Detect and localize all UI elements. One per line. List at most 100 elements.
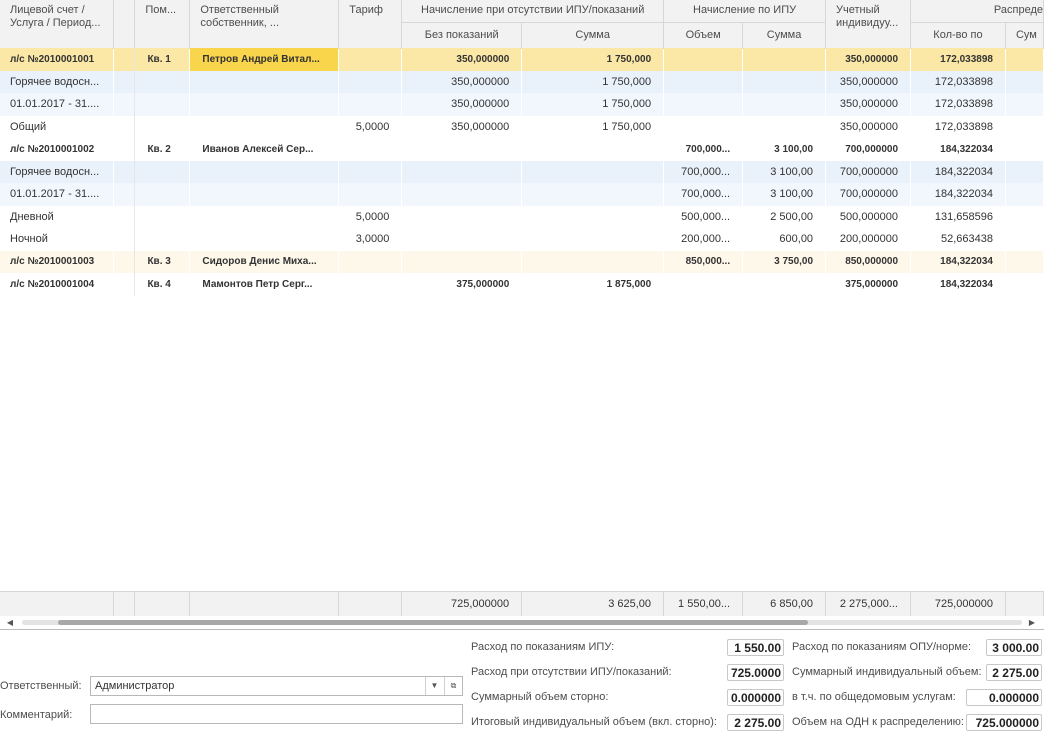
cell-qty: 184,322034 [940, 143, 993, 155]
cell-accounted: 700,000000 [825, 183, 911, 206]
header-qty[interactable]: Кол-во по [910, 22, 1006, 49]
cell-sum2: 2 500,00 [770, 210, 814, 223]
cell-no-reading [401, 250, 522, 273]
ipu-readings-value[interactable]: 1 550.00 [727, 639, 784, 656]
header-blank [113, 0, 136, 49]
table-row[interactable]: Ночной 3,0000 200,000... 600,00 200,000000 52… [0, 228, 1044, 251]
cell-owner [190, 206, 339, 229]
cell-sum1: 1 875,000 [606, 278, 652, 290]
header-accounted[interactable]: Учетный индивидуу... [825, 0, 912, 49]
dropdown-arrow-icon[interactable]: ▼ [425, 677, 443, 695]
cell-volume: 200,000... [681, 233, 731, 246]
cell-blank [113, 115, 136, 138]
cell-sum2: 600,00 [779, 233, 814, 246]
header-sum1[interactable]: Сумма [521, 22, 665, 49]
no-ipu-label: Расход при отсутствии ИПУ/показаний: [471, 666, 672, 678]
cell-sum2: 3 100,00 [742, 160, 826, 183]
cell-sum1: 1 750,000 [602, 120, 652, 133]
cell-blank [113, 228, 136, 251]
cell-room [134, 70, 190, 93]
common-services-value[interactable]: 0.000000 [966, 689, 1042, 706]
table-row[interactable]: л/с №2010001003 Кв. 3 Сидоров Денис Миха..… [0, 250, 1044, 273]
header-owner[interactable]: Ответственный собственник, ... [189, 0, 340, 49]
table-row[interactable]: л/с №2010001002 Кв. 2 Иванов Алексей Сер..… [0, 138, 1044, 161]
cell-blank [113, 183, 136, 206]
cell-blank [113, 138, 136, 161]
cell-sum1: 1 750,000 [521, 93, 664, 116]
cell-blank [113, 250, 136, 273]
cell-sum2 [742, 70, 826, 93]
storno-value[interactable]: 0.000000 [727, 689, 784, 706]
odn-value[interactable]: 725.000000 [966, 714, 1042, 731]
cell-account: Дневной [10, 210, 54, 223]
header-volume[interactable]: Объем [663, 22, 744, 49]
cell-owner [189, 183, 339, 206]
cell-tariff: 3,0000 [355, 233, 390, 246]
header-sum3[interactable]: Сум [1005, 22, 1044, 49]
total-sum2: 6 850,00 [742, 591, 826, 617]
cell-no-reading [402, 138, 522, 161]
cell-blank [113, 273, 136, 296]
cell-qty: 131,658596 [934, 210, 993, 223]
table-row[interactable]: Горячее водосн... 700,000... 3 100,00 700,0… [0, 160, 1044, 183]
cell-room [135, 116, 190, 139]
header-room[interactable]: Пом... [134, 0, 191, 49]
cell-accounted: 500,000000 [839, 210, 899, 223]
header-tariff[interactable]: Тариф [338, 0, 403, 49]
header-group-by-meter: Начисление по ИПУ [663, 0, 827, 23]
table-row[interactable]: Горячее водосн... 350,000000 1 750,000 350,… [0, 70, 1044, 93]
header-no-reading[interactable]: Без показаний [401, 22, 523, 49]
total-individual-label: Итоговый индивидуальный объем (вкл. стор… [471, 716, 717, 728]
total-cell-empty [338, 591, 403, 617]
cell-no-reading: 350,000000 [401, 48, 522, 71]
responsible-label: Ответственный: [0, 680, 82, 692]
cell-sum2: 3 750,00 [742, 250, 826, 273]
grid-header: Лицевой счет / Услуга / Период... Пом...… [0, 0, 1044, 49]
cell-accounted: 700,000000 [845, 143, 899, 155]
cell-owner: Петров Андрей Витал... [189, 48, 339, 71]
opu-label: Расход по показаниям ОПУ/норме: [792, 641, 972, 653]
total-cell-empty [113, 591, 136, 617]
scroll-thumb[interactable] [58, 620, 808, 625]
table-row[interactable]: 01.01.2017 - 31.... 350,000000 1 750,000 35… [0, 93, 1044, 116]
scroll-track[interactable] [22, 620, 1022, 625]
cell-blank [113, 160, 136, 183]
table-row[interactable]: 01.01.2017 - 31.... 700,000... 3 100,00 700… [0, 183, 1044, 206]
cell-owner [189, 70, 339, 93]
header-sum2[interactable]: Сумма [742, 22, 827, 49]
cell-room [134, 160, 190, 183]
accounts-grid[interactable]: Лицевой счет / Услуга / Период... Пом...… [0, 0, 1044, 630]
horizontal-scrollbar[interactable]: ◀ ▶ [0, 616, 1044, 629]
header-group-no-meter: Начисление при отсутствии ИПУ/показаний [401, 0, 665, 23]
cell-no-reading: 350,000000 [401, 93, 522, 116]
cell-owner [190, 228, 339, 251]
ipu-readings-label: Расход по показаниям ИПУ: [471, 641, 615, 653]
cell-no-reading: 375,000000 [456, 278, 510, 290]
cell-volume: 850,000... [663, 250, 743, 273]
responsible-field[interactable]: Администратор ▼ ⧉ [90, 676, 463, 696]
cell-accounted: 350,000000 [825, 48, 911, 71]
cell-owner [189, 160, 339, 183]
grid-body: л/с №2010001001 Кв. 1 Петров Андрей Витал.… [0, 48, 1044, 296]
total-individual-value[interactable]: 2 275.00 [727, 714, 784, 731]
cell-sum2 [742, 93, 826, 116]
comment-field[interactable] [90, 704, 463, 724]
header-account[interactable]: Лицевой счет / Услуга / Период... [0, 0, 115, 49]
sum-individual-label: Суммарный индивидуальный объем: [792, 666, 982, 678]
scroll-right-icon[interactable]: ▶ [1026, 616, 1038, 629]
table-row[interactable]: Дневной 5,0000 500,000... 2 500,00 500,00000… [0, 205, 1044, 229]
cell-qty: 172,033898 [910, 70, 1006, 93]
opu-value[interactable]: 3 000.00 [986, 639, 1042, 656]
scroll-left-icon[interactable]: ◀ [4, 616, 16, 629]
table-row[interactable]: л/с №2010001001 Кв. 1 Петров Андрей Витал.… [0, 48, 1044, 71]
responsible-value: Администратор [95, 680, 175, 692]
cell-room [135, 206, 190, 229]
open-icon[interactable]: ⧉ [444, 677, 462, 695]
cell-room [135, 228, 190, 251]
cell-account: Ночной [10, 233, 48, 246]
table-row[interactable]: л/с №2010001004 Кв. 4 Мамонтов Петр Серг..… [0, 273, 1044, 296]
cell-tariff [338, 250, 402, 273]
no-ipu-value[interactable]: 725.0000 [727, 664, 784, 681]
sum-individual-value[interactable]: 2 275.00 [986, 664, 1042, 681]
table-row[interactable]: Общий 5,0000 350,000000 1 750,000 350,000000… [0, 115, 1044, 139]
